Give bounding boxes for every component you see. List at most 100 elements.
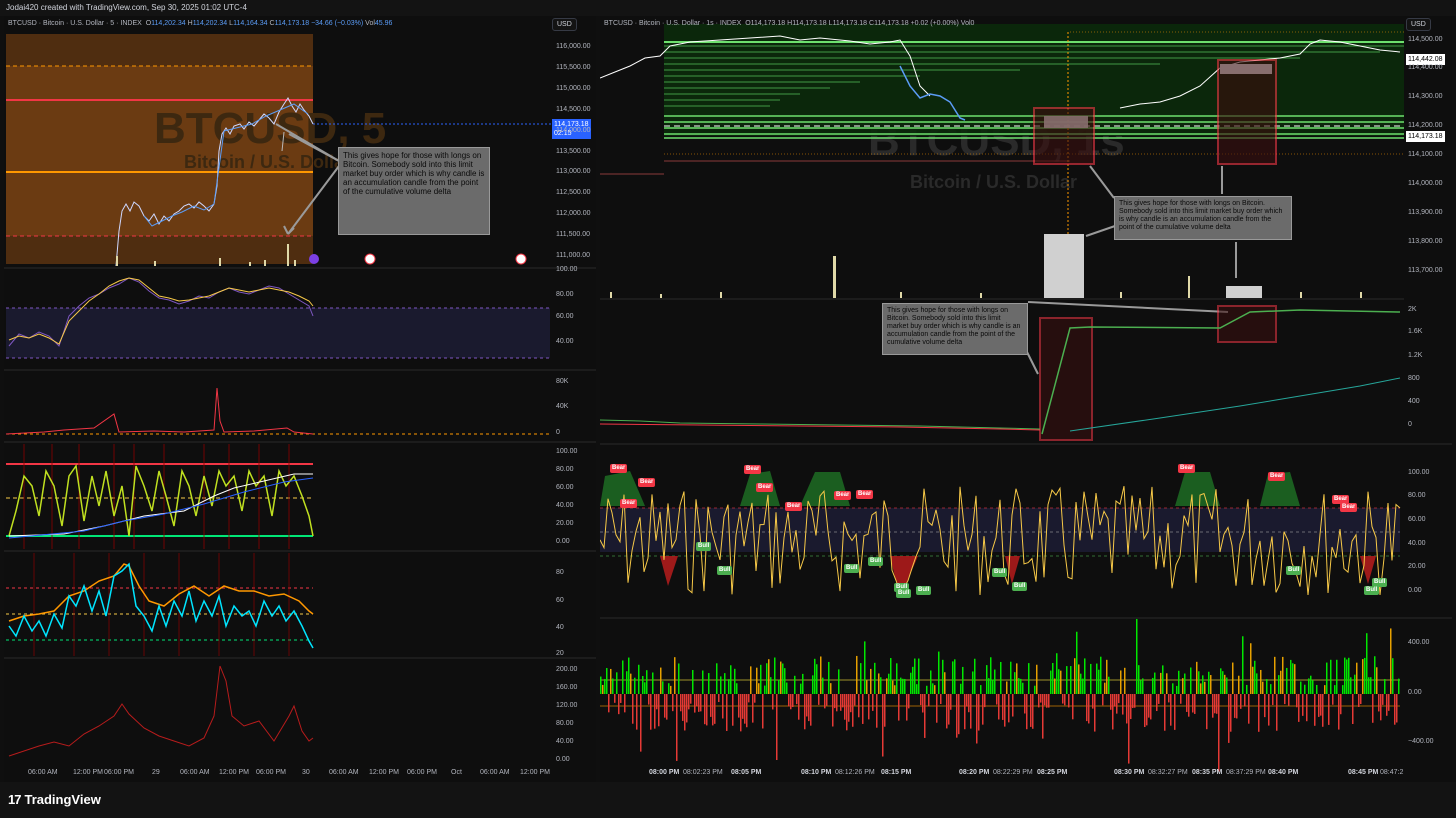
- bear-signal: Bear: [756, 483, 774, 492]
- delta-bar: [1030, 694, 1032, 727]
- delta-bar: [1130, 694, 1132, 720]
- axis-tick: 1.6K: [1408, 328, 1423, 335]
- time-tick: 29: [152, 769, 160, 776]
- axis-tick: 114,300.00: [1408, 93, 1443, 100]
- delta-bar: [1024, 694, 1026, 714]
- delta-bar: [822, 677, 824, 694]
- time-tick: 12:00 PM: [73, 769, 103, 776]
- delta-bar: [1062, 694, 1064, 704]
- delta-bar: [1018, 678, 1020, 694]
- delta-bar: [922, 694, 924, 713]
- delta-bar: [792, 694, 794, 708]
- delta-bar: [1006, 681, 1008, 694]
- axis-tick: 60: [556, 597, 564, 604]
- right-chart[interactable]: BTCUSD, 1s Bitcoin / U.S. Dollar BTCUSD …: [600, 16, 1452, 782]
- delta-bar: [1326, 662, 1328, 694]
- delta-bar: [1292, 663, 1294, 694]
- delta-bar: [798, 694, 800, 720]
- delta-bar: [1008, 694, 1010, 723]
- time-tick: 08:02:23 PM: [683, 769, 723, 776]
- delta-bar: [614, 694, 616, 703]
- delta-bar: [774, 657, 776, 694]
- axis-tick: 40: [556, 624, 564, 631]
- delta-bar: [776, 694, 778, 761]
- delta-bar: [1302, 694, 1304, 716]
- delta-bar: [1280, 670, 1282, 694]
- delta-bar: [724, 673, 726, 694]
- delta-bar: [802, 673, 804, 694]
- delta-bar: [1164, 694, 1166, 731]
- bear-signal: Bear: [834, 491, 852, 500]
- delta-bar: [1236, 694, 1238, 719]
- delta-bar: [902, 678, 904, 694]
- delta-bar: [1036, 664, 1038, 694]
- delta-bar: [1356, 662, 1358, 694]
- delta-bar: [1254, 660, 1256, 694]
- delta-bar: [1324, 685, 1326, 694]
- delta-bar: [698, 694, 700, 712]
- delta-bar: [1210, 675, 1212, 694]
- delta-bar: [760, 664, 762, 694]
- delta-bar: [1048, 694, 1050, 708]
- delta-bar: [772, 694, 774, 710]
- delta-bar: [810, 694, 812, 726]
- bear-signal: Bear: [638, 478, 656, 487]
- delta-bar: [638, 664, 640, 694]
- delta-bar: [1038, 694, 1040, 708]
- delta-bar: [1162, 665, 1164, 694]
- delta-bar: [964, 694, 966, 730]
- tradingview-logo[interactable]: 17 TradingView: [8, 792, 101, 807]
- delta-bar: [950, 694, 952, 710]
- bear-signal: Bear: [620, 499, 638, 508]
- delta-bar: [1240, 694, 1242, 709]
- axis-tick: 60.00: [556, 484, 574, 491]
- axis-tick: 113,900.00: [1408, 209, 1443, 216]
- delta-bar: [1190, 667, 1192, 694]
- delta-bar: [1208, 671, 1210, 694]
- delta-bar: [768, 659, 770, 694]
- delta-bar: [670, 685, 672, 694]
- delta-bar: [956, 694, 958, 738]
- delta-bar: [1020, 678, 1022, 694]
- delta-bar: [900, 677, 902, 694]
- delta-bar: [754, 694, 756, 703]
- delta-bar: [1094, 694, 1096, 732]
- delta-bar: [1010, 661, 1012, 694]
- delta-bar: [664, 694, 666, 718]
- delta-bar: [904, 678, 906, 694]
- delta-bar: [644, 682, 646, 694]
- delta-bar: [1004, 694, 1006, 727]
- right-annotation-note-top[interactable]: This gives hope for those with longs on …: [1114, 196, 1292, 240]
- delta-bar: [1378, 694, 1380, 712]
- left-chart[interactable]: BTCUSD, 5 Bitcoin / U.S. Dollar BTCUSD ·…: [4, 16, 596, 782]
- delta-bar: [998, 694, 1000, 720]
- delta-bar: [1184, 673, 1186, 694]
- delta-bar: [704, 694, 706, 725]
- delta-bar: [762, 694, 764, 729]
- axis-tick: −400.00: [1408, 738, 1434, 745]
- delta-bar: [954, 659, 956, 694]
- delta-bar: [1368, 677, 1370, 694]
- right-annotation-note-mid[interactable]: This gives hope for those with longs on …: [882, 303, 1028, 355]
- delta-bar: [1386, 694, 1388, 716]
- delta-bar: [1078, 664, 1080, 694]
- delta-bar: [748, 694, 750, 703]
- delta-bar: [982, 694, 984, 725]
- delta-bar: [1308, 678, 1310, 694]
- delta-bar: [1028, 663, 1030, 694]
- right-symbol[interactable]: BTCUSD · Bitcoin · U.S. Dollar · 1s · IN…: [604, 20, 741, 27]
- right-currency-button[interactable]: USD: [1406, 18, 1431, 31]
- delta-bar: [1332, 694, 1334, 705]
- delta-bar: [640, 694, 642, 752]
- delta-bar: [1330, 659, 1332, 694]
- time-tick: 08:22:29 PM: [993, 769, 1033, 776]
- delta-bar: [616, 672, 618, 694]
- bear-signal: Bear: [1178, 464, 1196, 473]
- delta-bar: [1142, 678, 1144, 694]
- delta-bar: [1348, 657, 1350, 694]
- delta-bar: [1054, 678, 1056, 694]
- delta-bar: [928, 694, 930, 707]
- delta-bar: [622, 660, 624, 694]
- delta-bar: [1270, 684, 1272, 694]
- delta-bar: [628, 657, 630, 694]
